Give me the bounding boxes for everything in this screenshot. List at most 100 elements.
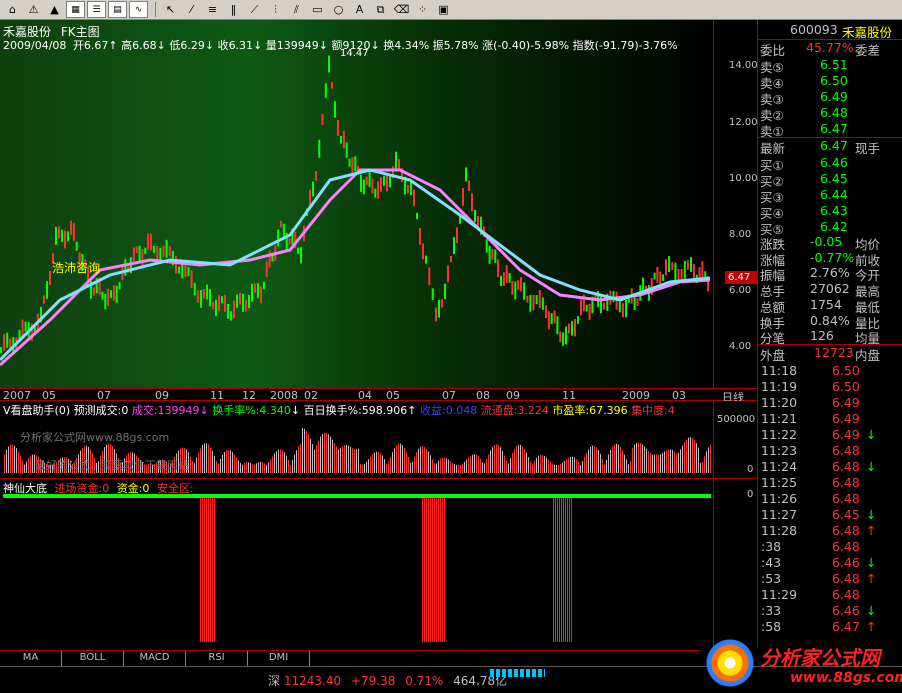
chart-icon[interactable]: ▤ xyxy=(108,1,127,18)
candle xyxy=(153,245,156,254)
fan-lines-icon[interactable]: ⟋ xyxy=(245,1,264,18)
volume-bar xyxy=(524,449,525,473)
cursor-icon[interactable]: ↖ xyxy=(161,1,180,18)
volume-bar xyxy=(560,464,561,473)
fibonacci-icon[interactable]: ⫶ xyxy=(266,1,285,18)
save-icon[interactable]: ▣ xyxy=(434,1,453,18)
volume-bar xyxy=(594,445,595,473)
tab-rsi[interactable]: RSI xyxy=(186,651,248,666)
volume-bar xyxy=(710,444,711,473)
buy-row: 买④ 6.43 xyxy=(758,203,902,221)
vol-pe: 市盈率:67.396 xyxy=(552,404,628,417)
volume-bar xyxy=(282,450,283,473)
volume-bar xyxy=(6,449,7,473)
line-chart-icon[interactable]: ∿ xyxy=(129,1,148,18)
watermark-1: 分析家公式网www.88gs.com xyxy=(20,431,170,444)
volume-bar xyxy=(566,459,567,473)
buy-price: 6.43 xyxy=(820,203,848,218)
volume-bar xyxy=(476,454,477,473)
volume-bar xyxy=(320,436,321,473)
alert-icon[interactable]: ▲ xyxy=(45,1,64,18)
indicator-panel[interactable]: 神仙大底 进场资金:0 资金:0 安全区: xyxy=(0,478,713,650)
volume-bar xyxy=(278,449,279,473)
color-palette-icon[interactable]: ⁘ xyxy=(413,1,432,18)
tick-time: 11:21 xyxy=(761,411,798,426)
text-icon[interactable]: A xyxy=(350,1,369,18)
stat-row: 振幅 2.76% 今开 xyxy=(758,265,902,283)
volume-bar xyxy=(608,454,609,473)
tick-row: 11:22 6.49 ↓ xyxy=(758,427,902,443)
volume-bar xyxy=(284,452,285,473)
volume-bar xyxy=(318,440,319,473)
ind-axis-zero: 0 xyxy=(747,489,754,500)
vertical-lines-icon[interactable]: ‖ xyxy=(224,1,243,18)
stat-row: 涨幅 -0.77% 前收 xyxy=(758,250,902,268)
channel-icon[interactable]: ⫽ xyxy=(287,1,306,18)
tick-row: :33 6.46 ↓ xyxy=(758,603,902,619)
candle xyxy=(58,226,60,239)
candle xyxy=(55,226,57,245)
candle xyxy=(288,238,291,245)
volume-bar xyxy=(226,450,227,473)
volume-bar xyxy=(704,456,705,473)
tab-macd[interactable]: MACD xyxy=(124,651,186,666)
volume-bar xyxy=(430,455,431,473)
volume-bar xyxy=(628,464,629,473)
volume-bar xyxy=(490,450,491,473)
circle-icon[interactable]: ○ xyxy=(329,1,348,18)
volume-bar xyxy=(624,454,625,473)
candle xyxy=(107,288,110,307)
volume-bar xyxy=(494,445,495,473)
tick-arrow: ↓ xyxy=(866,459,877,474)
candle xyxy=(517,280,520,290)
candle xyxy=(342,131,345,149)
volume-panel[interactable]: V看盘助手(0) 预测成交:0 成交:139949↓ 换手率%:4.340↓ 百… xyxy=(0,401,713,477)
horizontal-lines-icon[interactable]: ≡ xyxy=(203,1,222,18)
volume-bar xyxy=(294,454,295,473)
volume-bar xyxy=(470,455,471,473)
price-chart[interactable]: 禾嘉股份 FK主图 2009/04/08 开6.67↑ 高6.68↓ 低6.29… xyxy=(0,20,713,388)
candle xyxy=(124,258,127,276)
volume-bar xyxy=(290,465,291,473)
home-icon[interactable]: ⌂ xyxy=(3,1,22,18)
warning-icon[interactable]: ⚠ xyxy=(24,1,43,18)
volume-bar xyxy=(666,450,667,473)
list-icon[interactable]: ☰ xyxy=(87,1,106,18)
candle xyxy=(438,300,440,318)
volume-bar xyxy=(688,437,689,473)
sell-row: 卖① 6.47 xyxy=(758,121,902,139)
tick-row: 11:21 6.49 xyxy=(758,411,902,427)
volume-bar xyxy=(374,452,375,473)
tick-price: 6.48 xyxy=(832,491,860,506)
volume-bar xyxy=(220,459,221,473)
candle xyxy=(574,319,576,337)
candle xyxy=(545,305,547,318)
eraser-icon[interactable]: ⌫ xyxy=(392,1,411,18)
candle xyxy=(245,300,247,312)
volume-bar xyxy=(602,459,603,473)
volume-bar xyxy=(528,457,529,473)
status-bar: 深 11243.40 +79.38 0.71% 464.78亿 分析家公式网 w… xyxy=(0,637,902,693)
volume-bar xyxy=(484,463,485,473)
copy-icon[interactable]: ⧉ xyxy=(371,1,390,18)
rectangle-icon[interactable]: ▭ xyxy=(308,1,327,18)
candle xyxy=(239,293,241,305)
bottom-signal-bar xyxy=(200,498,201,642)
volume-bar xyxy=(406,452,407,473)
draw-line-icon[interactable]: ⁄ xyxy=(182,1,201,18)
volume-bar xyxy=(196,457,197,473)
tab-dmi[interactable]: DMI xyxy=(248,651,310,666)
volume-bar xyxy=(398,443,399,473)
stat-row: 分笔 126 均量 xyxy=(758,328,902,346)
price-tick: 10.00 xyxy=(729,173,758,184)
tab-ma[interactable]: MA xyxy=(0,651,62,666)
volume-bar xyxy=(348,445,349,473)
grid-icon[interactable]: ▦ xyxy=(66,1,85,18)
candle xyxy=(621,303,624,318)
volume-bar xyxy=(362,464,363,473)
vol-float: 流通盘:3.224 xyxy=(480,404,549,417)
volume-bar xyxy=(636,443,637,473)
tab-boll[interactable]: BOLL xyxy=(62,651,124,666)
candle xyxy=(585,304,588,312)
volume-bar xyxy=(326,432,327,473)
